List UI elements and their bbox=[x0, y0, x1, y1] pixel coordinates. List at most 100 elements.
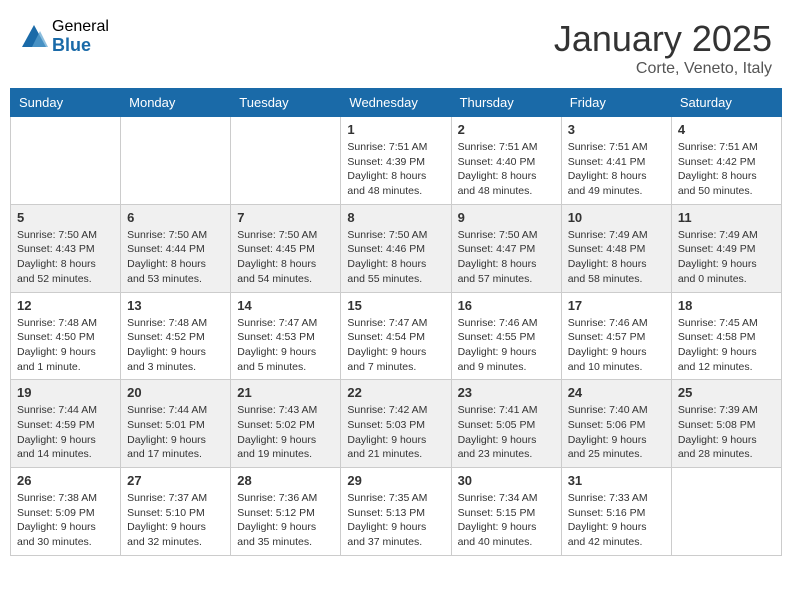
col-friday: Friday bbox=[561, 89, 671, 117]
day-info: Sunrise: 7:33 AMSunset: 5:16 PMDaylight:… bbox=[568, 491, 665, 550]
table-row: 13 Sunrise: 7:48 AMSunset: 4:52 PMDaylig… bbox=[121, 292, 231, 380]
col-sunday: Sunday bbox=[11, 89, 121, 117]
table-row: 12 Sunrise: 7:48 AMSunset: 4:50 PMDaylig… bbox=[11, 292, 121, 380]
day-info: Sunrise: 7:51 AMSunset: 4:42 PMDaylight:… bbox=[678, 140, 775, 199]
calendar-week-row: 12 Sunrise: 7:48 AMSunset: 4:50 PMDaylig… bbox=[11, 292, 782, 380]
day-info: Sunrise: 7:41 AMSunset: 5:05 PMDaylight:… bbox=[458, 403, 555, 462]
col-thursday: Thursday bbox=[451, 89, 561, 117]
table-row: 23 Sunrise: 7:41 AMSunset: 5:05 PMDaylig… bbox=[451, 380, 561, 468]
day-info: Sunrise: 7:48 AMSunset: 4:50 PMDaylight:… bbox=[17, 316, 114, 375]
table-row: 11 Sunrise: 7:49 AMSunset: 4:49 PMDaylig… bbox=[671, 204, 781, 292]
day-number: 28 bbox=[237, 473, 334, 488]
day-number: 7 bbox=[237, 210, 334, 225]
day-number: 17 bbox=[568, 298, 665, 313]
day-number: 11 bbox=[678, 210, 775, 225]
day-info: Sunrise: 7:39 AMSunset: 5:08 PMDaylight:… bbox=[678, 403, 775, 462]
day-number: 21 bbox=[237, 385, 334, 400]
day-info: Sunrise: 7:37 AMSunset: 5:10 PMDaylight:… bbox=[127, 491, 224, 550]
day-number: 29 bbox=[347, 473, 444, 488]
day-number: 8 bbox=[347, 210, 444, 225]
day-number: 12 bbox=[17, 298, 114, 313]
day-number: 5 bbox=[17, 210, 114, 225]
day-info: Sunrise: 7:42 AMSunset: 5:03 PMDaylight:… bbox=[347, 403, 444, 462]
table-row: 3 Sunrise: 7:51 AMSunset: 4:41 PMDayligh… bbox=[561, 117, 671, 205]
table-row: 19 Sunrise: 7:44 AMSunset: 4:59 PMDaylig… bbox=[11, 380, 121, 468]
table-row: 26 Sunrise: 7:38 AMSunset: 5:09 PMDaylig… bbox=[11, 468, 121, 556]
day-info: Sunrise: 7:50 AMSunset: 4:43 PMDaylight:… bbox=[17, 228, 114, 287]
day-info: Sunrise: 7:44 AMSunset: 4:59 PMDaylight:… bbox=[17, 403, 114, 462]
day-info: Sunrise: 7:50 AMSunset: 4:45 PMDaylight:… bbox=[237, 228, 334, 287]
day-info: Sunrise: 7:50 AMSunset: 4:47 PMDaylight:… bbox=[458, 228, 555, 287]
table-row: 24 Sunrise: 7:40 AMSunset: 5:06 PMDaylig… bbox=[561, 380, 671, 468]
logo-blue: Blue bbox=[52, 36, 109, 56]
calendar-week-row: 26 Sunrise: 7:38 AMSunset: 5:09 PMDaylig… bbox=[11, 468, 782, 556]
day-number: 23 bbox=[458, 385, 555, 400]
day-number: 1 bbox=[347, 122, 444, 137]
table-row bbox=[231, 117, 341, 205]
day-number: 14 bbox=[237, 298, 334, 313]
table-row: 20 Sunrise: 7:44 AMSunset: 5:01 PMDaylig… bbox=[121, 380, 231, 468]
day-number: 13 bbox=[127, 298, 224, 313]
calendar-week-row: 1 Sunrise: 7:51 AMSunset: 4:39 PMDayligh… bbox=[11, 117, 782, 205]
day-number: 22 bbox=[347, 385, 444, 400]
day-number: 26 bbox=[17, 473, 114, 488]
table-row bbox=[11, 117, 121, 205]
month-year-title: January 2025 bbox=[554, 18, 772, 60]
day-info: Sunrise: 7:51 AMSunset: 4:39 PMDaylight:… bbox=[347, 140, 444, 199]
table-row bbox=[121, 117, 231, 205]
table-row bbox=[671, 468, 781, 556]
day-info: Sunrise: 7:51 AMSunset: 4:41 PMDaylight:… bbox=[568, 140, 665, 199]
day-number: 4 bbox=[678, 122, 775, 137]
day-number: 25 bbox=[678, 385, 775, 400]
day-info: Sunrise: 7:49 AMSunset: 4:48 PMDaylight:… bbox=[568, 228, 665, 287]
location-subtitle: Corte, Veneto, Italy bbox=[554, 60, 772, 78]
title-section: January 2025 Corte, Veneto, Italy bbox=[554, 18, 772, 78]
day-info: Sunrise: 7:34 AMSunset: 5:15 PMDaylight:… bbox=[458, 491, 555, 550]
table-row: 29 Sunrise: 7:35 AMSunset: 5:13 PMDaylig… bbox=[341, 468, 451, 556]
table-row: 15 Sunrise: 7:47 AMSunset: 4:54 PMDaylig… bbox=[341, 292, 451, 380]
day-info: Sunrise: 7:38 AMSunset: 5:09 PMDaylight:… bbox=[17, 491, 114, 550]
logo-icon bbox=[20, 23, 48, 51]
day-info: Sunrise: 7:36 AMSunset: 5:12 PMDaylight:… bbox=[237, 491, 334, 550]
table-row: 8 Sunrise: 7:50 AMSunset: 4:46 PMDayligh… bbox=[341, 204, 451, 292]
calendar-week-row: 19 Sunrise: 7:44 AMSunset: 4:59 PMDaylig… bbox=[11, 380, 782, 468]
table-row: 14 Sunrise: 7:47 AMSunset: 4:53 PMDaylig… bbox=[231, 292, 341, 380]
table-row: 7 Sunrise: 7:50 AMSunset: 4:45 PMDayligh… bbox=[231, 204, 341, 292]
day-number: 18 bbox=[678, 298, 775, 313]
day-number: 6 bbox=[127, 210, 224, 225]
table-row: 1 Sunrise: 7:51 AMSunset: 4:39 PMDayligh… bbox=[341, 117, 451, 205]
col-saturday: Saturday bbox=[671, 89, 781, 117]
logo-text: General Blue bbox=[52, 18, 109, 55]
day-number: 2 bbox=[458, 122, 555, 137]
calendar-header-row: Sunday Monday Tuesday Wednesday Thursday… bbox=[11, 89, 782, 117]
table-row: 21 Sunrise: 7:43 AMSunset: 5:02 PMDaylig… bbox=[231, 380, 341, 468]
day-info: Sunrise: 7:51 AMSunset: 4:40 PMDaylight:… bbox=[458, 140, 555, 199]
day-info: Sunrise: 7:50 AMSunset: 4:46 PMDaylight:… bbox=[347, 228, 444, 287]
day-info: Sunrise: 7:46 AMSunset: 4:55 PMDaylight:… bbox=[458, 316, 555, 375]
table-row: 9 Sunrise: 7:50 AMSunset: 4:47 PMDayligh… bbox=[451, 204, 561, 292]
calendar-table: Sunday Monday Tuesday Wednesday Thursday… bbox=[10, 88, 782, 556]
logo: General Blue bbox=[20, 18, 109, 55]
day-number: 9 bbox=[458, 210, 555, 225]
table-row: 27 Sunrise: 7:37 AMSunset: 5:10 PMDaylig… bbox=[121, 468, 231, 556]
page-header: General Blue January 2025 Corte, Veneto,… bbox=[0, 0, 792, 88]
table-row: 17 Sunrise: 7:46 AMSunset: 4:57 PMDaylig… bbox=[561, 292, 671, 380]
day-number: 30 bbox=[458, 473, 555, 488]
day-info: Sunrise: 7:49 AMSunset: 4:49 PMDaylight:… bbox=[678, 228, 775, 287]
day-info: Sunrise: 7:35 AMSunset: 5:13 PMDaylight:… bbox=[347, 491, 444, 550]
day-number: 19 bbox=[17, 385, 114, 400]
day-number: 16 bbox=[458, 298, 555, 313]
table-row: 28 Sunrise: 7:36 AMSunset: 5:12 PMDaylig… bbox=[231, 468, 341, 556]
day-number: 3 bbox=[568, 122, 665, 137]
day-number: 15 bbox=[347, 298, 444, 313]
col-monday: Monday bbox=[121, 89, 231, 117]
calendar-week-row: 5 Sunrise: 7:50 AMSunset: 4:43 PMDayligh… bbox=[11, 204, 782, 292]
day-info: Sunrise: 7:46 AMSunset: 4:57 PMDaylight:… bbox=[568, 316, 665, 375]
day-info: Sunrise: 7:44 AMSunset: 5:01 PMDaylight:… bbox=[127, 403, 224, 462]
table-row: 10 Sunrise: 7:49 AMSunset: 4:48 PMDaylig… bbox=[561, 204, 671, 292]
day-info: Sunrise: 7:47 AMSunset: 4:53 PMDaylight:… bbox=[237, 316, 334, 375]
day-info: Sunrise: 7:50 AMSunset: 4:44 PMDaylight:… bbox=[127, 228, 224, 287]
table-row: 31 Sunrise: 7:33 AMSunset: 5:16 PMDaylig… bbox=[561, 468, 671, 556]
day-info: Sunrise: 7:40 AMSunset: 5:06 PMDaylight:… bbox=[568, 403, 665, 462]
day-number: 24 bbox=[568, 385, 665, 400]
